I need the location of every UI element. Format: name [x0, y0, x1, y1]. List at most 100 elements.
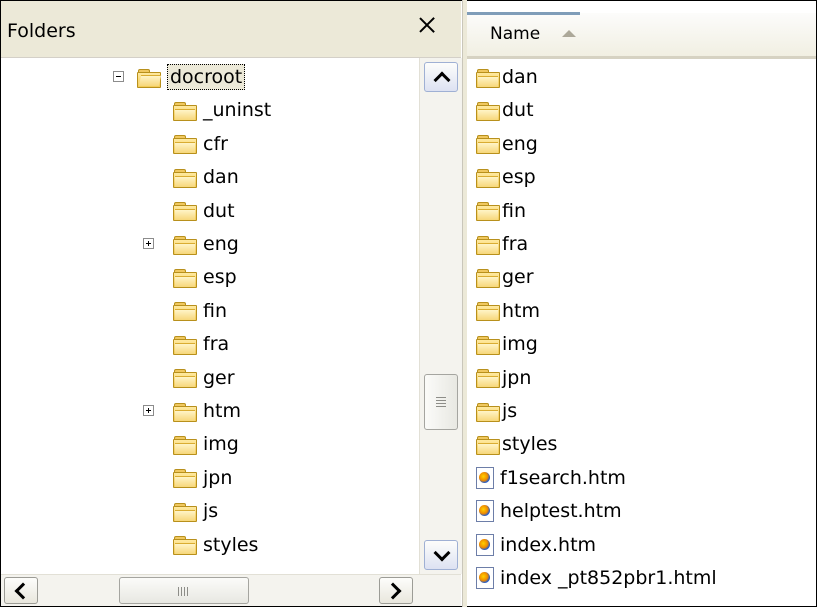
sort-ascending-icon: [562, 30, 576, 37]
list-item[interactable]: jpn: [476, 361, 531, 395]
tree-item-dan[interactable]: dan: [173, 160, 239, 194]
header-highlight: [467, 12, 580, 15]
file-name: jpn: [502, 366, 532, 389]
tree-item-img[interactable]: img: [173, 427, 239, 461]
list-item[interactable]: index.htm: [476, 528, 596, 562]
list-item[interactable]: dut: [476, 93, 534, 127]
grip-line: [436, 403, 446, 404]
grip-line: [187, 587, 188, 596]
chevron-right-icon: [384, 582, 402, 600]
tree-item-ger[interactable]: ger: [173, 361, 235, 395]
html-file-icon: [476, 533, 494, 556]
list-item[interactable]: dan: [476, 60, 538, 94]
tree-item-esp[interactable]: esp: [173, 260, 237, 294]
folder-icon: [173, 335, 197, 355]
tree-item-label: fra: [203, 333, 230, 356]
grip-line: [436, 400, 446, 401]
list-item[interactable]: fra: [476, 227, 528, 261]
vertical-scrollbar[interactable]: [419, 58, 462, 574]
tree-item-docroot[interactable]: docroot: [113, 60, 246, 94]
folder-icon: [173, 535, 197, 556]
file-name: fin: [502, 199, 527, 222]
html-file-icon: [476, 466, 494, 489]
scroll-up-button[interactable]: [424, 62, 458, 92]
scroll-right-button[interactable]: [379, 577, 413, 604]
grip-line: [436, 406, 446, 407]
column-header-name[interactable]: Name: [467, 12, 816, 59]
tree-item-htm[interactable]: htm: [143, 394, 241, 428]
folders-header: Folders: [1, 1, 461, 58]
list-item[interactable]: styles: [476, 427, 557, 461]
tree-item-label: _uninst: [203, 99, 272, 122]
folder-icon: [173, 435, 197, 455]
scroll-left-button[interactable]: [4, 577, 38, 604]
file-name: htm: [502, 299, 540, 322]
tree-item-fin[interactable]: fin: [173, 294, 227, 328]
chevron-up-icon: [433, 71, 451, 89]
file-name: eng: [502, 132, 538, 155]
tree-item-label: fin: [203, 299, 228, 322]
folder-icon: [476, 301, 500, 322]
html-file-icon: [476, 567, 494, 589]
close-icon[interactable]: [414, 13, 440, 39]
list-item[interactable]: ger: [476, 260, 534, 294]
folder-icon: [173, 502, 197, 522]
chevron-down-icon: [433, 544, 451, 562]
tree-item-label: jpn: [203, 466, 233, 489]
tree-item-label: htm: [203, 400, 241, 422]
expand-icon[interactable]: [143, 238, 154, 249]
list-item[interactable]: img: [476, 327, 538, 361]
horizontal-scrollbar[interactable]: [1, 574, 461, 606]
folder-icon: [173, 201, 197, 222]
list-item[interactable]: htm: [476, 294, 540, 328]
column-header-label: Name: [490, 24, 541, 44]
tree-item-js[interactable]: js: [173, 494, 218, 528]
grip-line: [181, 587, 182, 596]
tree-item-uninst[interactable]: _uninst: [173, 93, 271, 127]
folder-icon: [173, 134, 197, 155]
folder-tree: docroot _uninstcfr dan dut eng esp fin fra ger ht…: [1, 58, 419, 574]
grip-line: [436, 397, 446, 398]
folder-icon: [476, 68, 500, 88]
expand-icon[interactable]: [143, 405, 154, 416]
tree-item-label: styles: [203, 533, 259, 556]
collapse-icon[interactable]: [113, 71, 124, 82]
folder-icon: [476, 134, 500, 155]
tree-item-label: ger: [203, 366, 235, 389]
tree-item-cfr[interactable]: cfr: [173, 127, 228, 161]
folder-icon: [476, 402, 500, 422]
list-item[interactable]: index _pt852pbr1.html: [476, 561, 717, 595]
tree-item-jpn[interactable]: jpn: [173, 461, 232, 495]
tree-item-label: dan: [203, 166, 239, 189]
list-item[interactable]: js: [476, 394, 517, 428]
tree-item-label: docroot: [167, 64, 246, 90]
tree-item-dut[interactable]: dut: [173, 194, 235, 228]
horizontal-scroll-thumb[interactable]: [119, 577, 249, 604]
scroll-down-button[interactable]: [424, 540, 458, 570]
folder-icon: [173, 368, 197, 389]
folder-icon: [173, 468, 197, 489]
folder-icon: [173, 301, 197, 322]
tree-item-styles[interactable]: styles: [173, 528, 258, 562]
list-item[interactable]: fin: [476, 194, 526, 228]
file-name: dan: [502, 66, 538, 88]
folder-icon: [173, 402, 197, 422]
tree-item-fra[interactable]: fra: [173, 327, 229, 361]
file-name: img: [502, 333, 538, 356]
folder-icon: [173, 235, 197, 255]
tree-item-label: js: [203, 500, 219, 523]
tree-item-eng[interactable]: eng: [143, 227, 239, 261]
file-name: dut: [502, 99, 534, 122]
folder-icon: [137, 68, 162, 88]
html-file-icon: [476, 500, 494, 523]
list-item[interactable]: eng: [476, 127, 538, 161]
list-item[interactable]: esp: [476, 160, 536, 194]
folder-icon: [476, 168, 500, 188]
list-item[interactable]: helptest.htm: [476, 494, 622, 528]
file-name: index _pt852pbr1.html: [500, 567, 717, 589]
folder-icon: [476, 335, 500, 355]
list-item[interactable]: f1search.htm: [476, 461, 626, 495]
tree-item-label: dut: [203, 199, 235, 222]
vertical-scroll-thumb[interactable]: [424, 374, 458, 430]
tree-item-label: img: [203, 433, 239, 456]
